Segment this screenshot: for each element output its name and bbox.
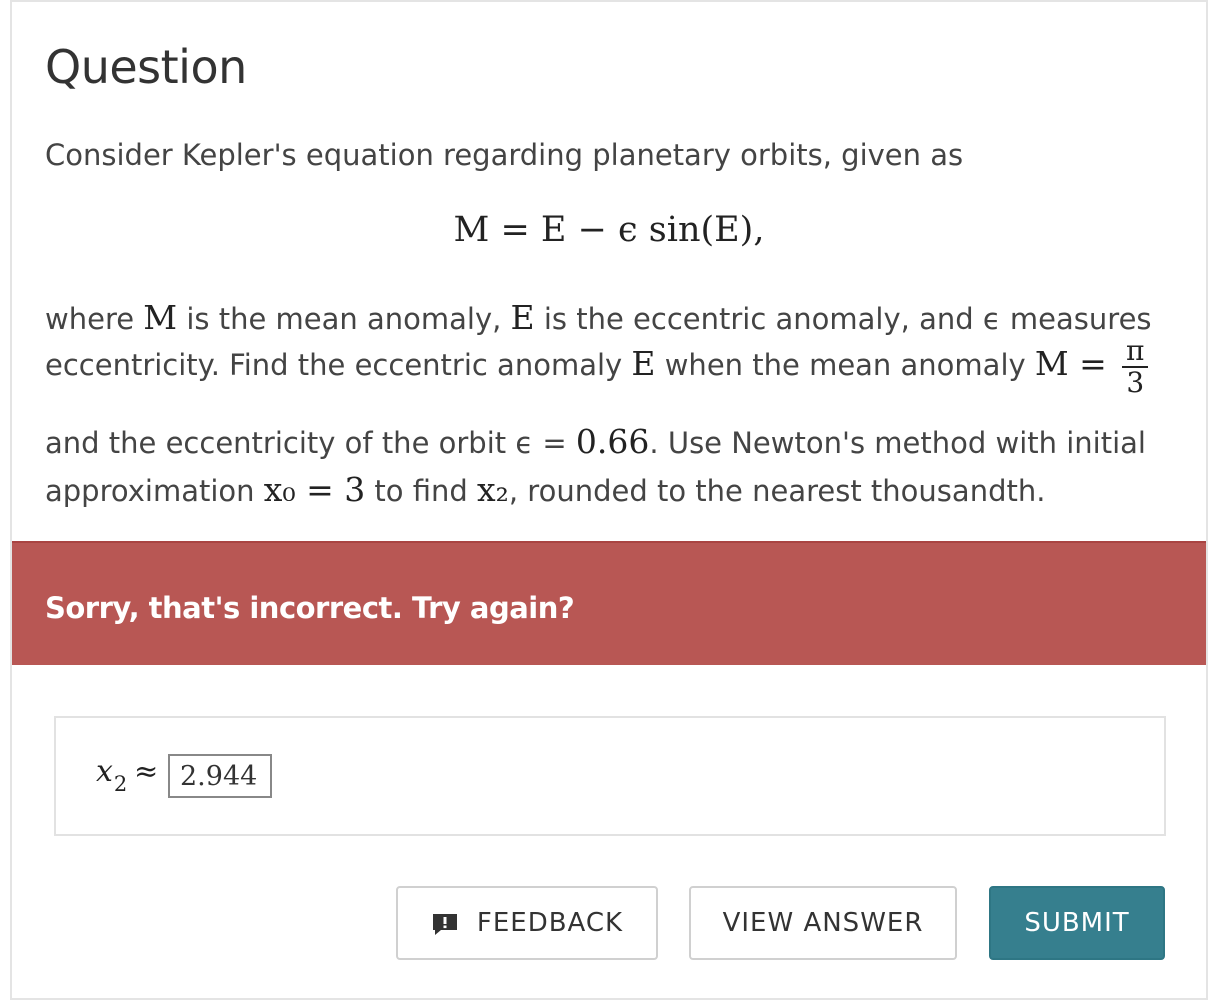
question-line-3: and the eccentricity of the orbit ϵ = 0.…: [45, 422, 1146, 461]
submit-label: SUBMIT: [1024, 908, 1130, 938]
comment-exclamation-icon: [432, 914, 457, 935]
incorrect-feedback-banner: Sorry, that's incorrect. Try again?: [12, 541, 1206, 665]
pi-over-3-fraction: π 3: [1122, 336, 1149, 398]
question-line-2: eccentricity. Find the eccentric anomaly…: [45, 336, 1180, 398]
approx-symbol: ≈: [134, 754, 159, 788]
view-answer-label: VIEW ANSWER: [722, 908, 924, 938]
answer-area: x2 ≈: [54, 716, 1166, 836]
view-answer-button[interactable]: VIEW ANSWER: [689, 886, 957, 960]
feedback-label: FEEDBACK: [476, 908, 624, 938]
question-title: Question: [45, 40, 247, 94]
answer-input[interactable]: [168, 754, 272, 798]
kepler-equation: M = E − ϵ sin(E),: [453, 210, 765, 250]
answer-variable: x2: [96, 754, 128, 796]
question-card: Question Consider Kepler's equation rega…: [10, 0, 1208, 1000]
question-intro: Consider Kepler's equation regarding pla…: [45, 138, 964, 172]
question-line-1: where M is the mean anomaly, E is the ec…: [45, 298, 1152, 337]
submit-button[interactable]: SUBMIT: [989, 886, 1165, 960]
incorrect-message: Sorry, that's incorrect. Try again?: [45, 591, 575, 625]
feedback-button[interactable]: FEEDBACK: [396, 886, 658, 960]
question-line-4: approximation x₀ = 3 to find x₂, rounded…: [45, 470, 1046, 509]
